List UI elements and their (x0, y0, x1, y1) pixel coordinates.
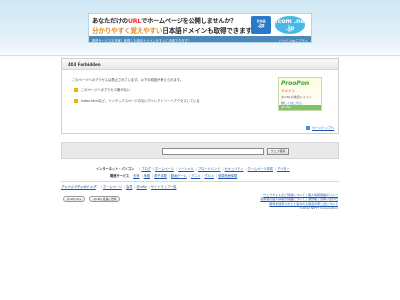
page-title: 403 Forbidden (68, 62, 101, 67)
link-nifty[interactable]: @nifty (137, 185, 147, 189)
ad-title: ProoPon (281, 80, 310, 87)
jp-domain-badge: 日本語 .jp (251, 16, 271, 34)
reason-item: index.htmlなど、インデックスページのないディレクトリーへアクセスしてい… (74, 98, 200, 103)
nifty-signup-badge[interactable]: @nifty 会員に登録 (89, 196, 121, 202)
link-security[interactable]: セキュリティ (225, 167, 244, 171)
link-blog[interactable]: ブログ (141, 167, 151, 171)
link-homepage-create[interactable]: ホームページ作成 (248, 167, 273, 171)
links-label: 関連サービス (110, 174, 130, 178)
nifty-pop-badge[interactable]: @nifty Pop (63, 196, 86, 202)
search-bar: ウェブ検索 (61, 142, 339, 159)
link-game[interactable]: 動画ゲーム (171, 174, 187, 178)
header-divider (0, 55, 400, 56)
link-broadband[interactable]: ブロードバンド (198, 167, 220, 171)
link-avatar[interactable]: アバター (277, 167, 290, 171)
section-divider (61, 181, 339, 182)
ad-footer: @nifty (279, 105, 321, 110)
panel-header: 403 Forbidden (62, 59, 338, 70)
error-message: このページへのアクセスは禁止されています。以下の原因が考えられます。 (72, 78, 184, 82)
bullet-icon (74, 99, 78, 103)
com-domain-badge: .com .ne .jp (275, 16, 305, 34)
link-homepage[interactable]: ホームページ (155, 167, 174, 171)
arrow-up-icon (306, 126, 310, 130)
links-label: インターネット・パソコン (96, 167, 135, 171)
badge-row: @nifty Pop @nifty 会員に登録 (63, 196, 123, 202)
banner-footer-strip: 関連サービスも充実！取得した独自ドメインをすぐに活用できます！ ドメインbyニフテ… (89, 36, 311, 43)
banner-brand: ドメインbyニフティ (278, 39, 308, 43)
link-nifty-homepage[interactable]: ホームページ (103, 185, 122, 189)
link-gourmet[interactable]: グルメ (204, 174, 214, 178)
side-ad-banner[interactable]: ProoPon ドメイン @niftyの独自ドメイン 詳しくはこちら @nift… (278, 77, 322, 111)
domain-ad-banner[interactable]: あなただけのURLでホームページを公開しませんか？ 分かりやすく覚えやすい日本語… (88, 13, 312, 43)
link-member[interactable]: 会員 (126, 185, 132, 189)
nifty-top-link[interactable]: アットニフティのトップ (61, 185, 96, 189)
banner-headline: あなただけのURLでホームページを公開しませんか？ (92, 18, 237, 25)
reason-item: このページへのアクセス権がない (74, 87, 130, 92)
nifty-links: アットニフティのトップ |ホームページ |会員 |@nifty |サイトマップ一… (61, 185, 177, 189)
footer: ウェブサイトのご利用について | 個人情報保護ポリシー 利用者の個人情報の保護に… (224, 193, 338, 211)
search-input[interactable] (162, 148, 264, 155)
ad-subtitle: ドメイン (281, 89, 295, 93)
banner-subheadline: 分かりやすく覚えやすい日本語ドメインも取得できます！ (92, 27, 259, 35)
link-ebook[interactable]: 電子書籍 (154, 174, 167, 178)
link-health[interactable]: 健康医療保険 (218, 174, 237, 178)
link-sitemap[interactable]: サイトマップ一覧 (151, 185, 177, 189)
service-links: 関連サービス 天気 |地図 |電子書籍 |動画ゲーム |アニメ |グルメ |健康… (110, 174, 238, 178)
web-search-button[interactable]: ウェブ検索 (267, 148, 289, 155)
internet-links: インターネット・パソコン |ブログ |ホームページ |ソーシャル |ブロードバン… (96, 167, 290, 171)
link-map[interactable]: 地図 (144, 174, 150, 178)
page-top-link[interactable]: ページトップへ (306, 125, 334, 130)
error-panel: 403 Forbidden このページへのアクセスは禁止されています。以下の原因… (61, 58, 339, 134)
ad-text: @niftyの独自ドメイン (281, 95, 312, 99)
link-anime[interactable]: アニメ (191, 174, 201, 178)
link-social[interactable]: ソーシャル (178, 167, 194, 171)
copyright: ©2012 NIFTY Corporation (299, 206, 338, 211)
bullet-icon (74, 88, 78, 92)
link-weather[interactable]: 天気 (133, 174, 139, 178)
